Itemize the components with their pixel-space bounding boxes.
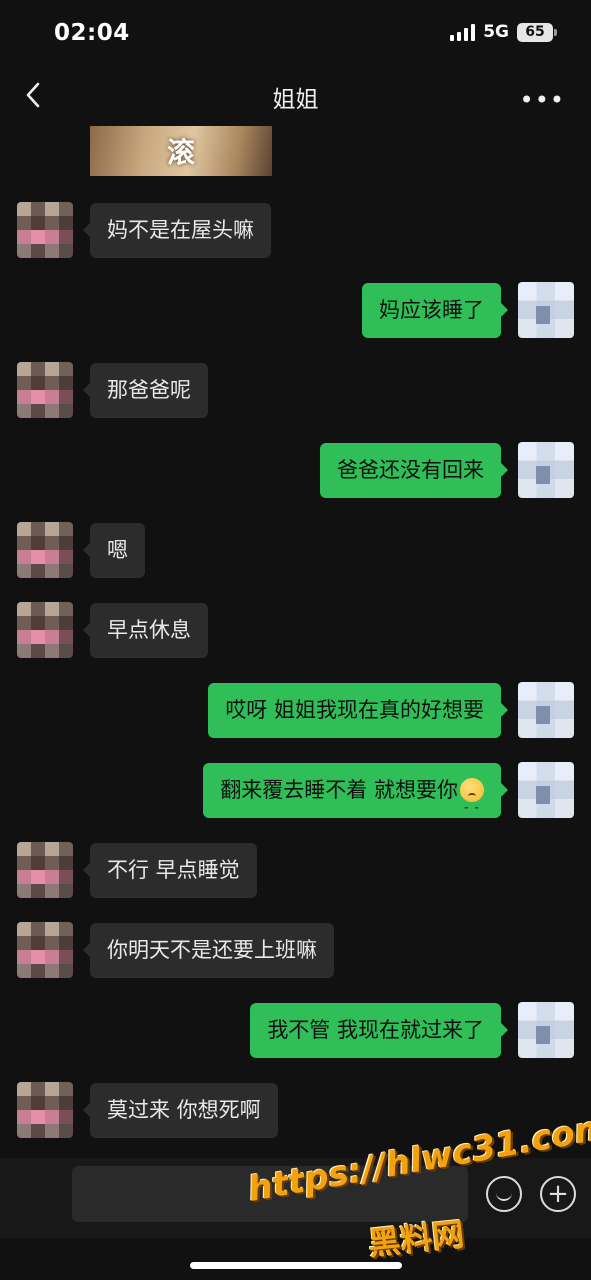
message-bubble-sent[interactable]: 我不管 我现在就过来了 [250, 1003, 508, 1058]
message-bubble-received[interactable]: 嗯 [83, 523, 145, 578]
message-row: 妈不是在屋头嘛 [0, 202, 591, 260]
avatar[interactable] [17, 922, 73, 978]
message-bubble-sent[interactable]: 妈应该睡了 [362, 283, 508, 338]
message-text: 翻来覆去睡不着 就想要你 [220, 778, 458, 802]
avatar[interactable] [17, 1082, 73, 1138]
message-row: 嗯 [0, 522, 591, 580]
network-type: 5G [483, 22, 509, 42]
sticker-text: 滚 [166, 136, 195, 169]
emoji-icon[interactable] [486, 1176, 522, 1212]
message-row: 你明天不是还要上班嘛 [0, 922, 591, 980]
message-row: 不行 早点睡觉 [0, 842, 591, 900]
plus-icon[interactable]: + [540, 1176, 576, 1212]
avatar[interactable] [518, 1002, 574, 1058]
message-row: 妈应该睡了 [0, 282, 591, 340]
status-time: 02:04 [54, 20, 130, 46]
avatar[interactable] [17, 522, 73, 578]
watermark-name: 黑料网 [366, 1215, 466, 1263]
message-bubble-received[interactable]: 你明天不是还要上班嘛 [83, 923, 334, 978]
voice-toggle-area[interactable] [0, 1166, 64, 1222]
message-row: 爸爸还没有回来 [0, 442, 591, 500]
avatar[interactable] [518, 682, 574, 738]
more-options-icon[interactable]: ••• [520, 86, 565, 114]
avatar[interactable] [518, 442, 574, 498]
avatar[interactable] [17, 602, 73, 658]
message-row: 早点休息 [0, 602, 591, 660]
chat-title: 姐姐 [272, 87, 319, 113]
battery-icon: 65 [517, 22, 557, 42]
avatar[interactable] [518, 762, 574, 818]
message-row: 哎呀 姐姐我现在真的好想要 [0, 682, 591, 740]
avatar[interactable] [17, 842, 73, 898]
home-indicator[interactable] [190, 1262, 402, 1269]
avatar[interactable] [17, 202, 73, 258]
message-row: 那爸爸呢 [0, 362, 591, 420]
message-bubble-received[interactable]: 不行 早点睡觉 [83, 843, 257, 898]
chat-message-list[interactable]: 滚 妈不是在屋头嘛 妈应该睡了 那爸爸呢 爸爸还没有回来 嗯 早点休息 哎呀 姐… [0, 126, 591, 1156]
message-bubble-sent[interactable]: 爸爸还没有回来 [320, 443, 508, 498]
status-indicators: 5G 65 [450, 22, 557, 42]
message-bubble-received[interactable]: 莫过来 你想死啊 [83, 1083, 278, 1138]
message-bubble-received[interactable]: 那爸爸呢 [83, 363, 208, 418]
signal-icon [450, 23, 476, 41]
message-bubble-received[interactable]: 早点休息 [83, 603, 208, 658]
message-bubble-received[interactable]: 妈不是在屋头嘛 [83, 203, 271, 258]
status-bar: 02:04 5G 65 [0, 0, 591, 66]
message-row: 翻来覆去睡不着 就想要你 [0, 762, 591, 835]
message-row: 我不管 我现在就过来了 [0, 1002, 591, 1060]
avatar[interactable] [518, 282, 574, 338]
message-bubble-sent[interactable]: 哎呀 姐姐我现在真的好想要 [208, 683, 508, 738]
sticker-image[interactable]: 滚 [90, 126, 272, 176]
chat-header: 姐姐 ••• [0, 66, 591, 126]
message-bubble-sent[interactable]: 翻来覆去睡不着 就想要你 [203, 763, 508, 835]
disappointed-face-emoji-icon [460, 778, 484, 835]
avatar[interactable] [17, 362, 73, 418]
